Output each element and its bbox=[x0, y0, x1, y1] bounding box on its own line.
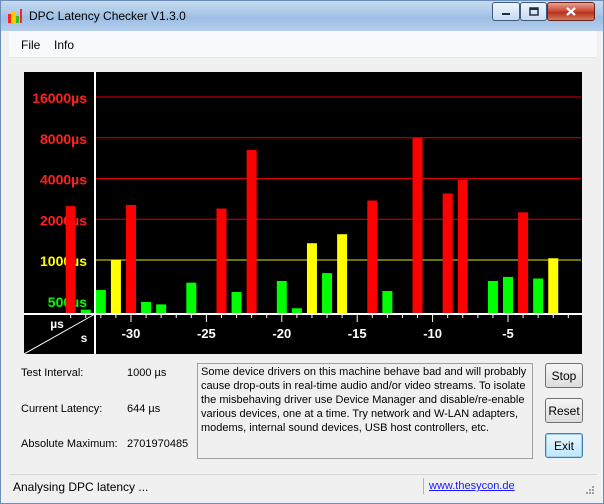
close-button[interactable] bbox=[547, 2, 595, 21]
latency-bar bbox=[337, 234, 348, 314]
menu-info[interactable]: Info bbox=[54, 38, 74, 52]
latency-bar bbox=[231, 292, 242, 314]
absolute-max-label: Absolute Maximum: bbox=[21, 438, 118, 450]
status-separator bbox=[423, 478, 424, 494]
menu-file[interactable]: File bbox=[21, 38, 40, 52]
y-tick-label: 4000µs bbox=[40, 172, 87, 188]
latency-bar bbox=[186, 282, 197, 314]
latency-bar bbox=[216, 208, 227, 314]
latency-bar bbox=[246, 149, 257, 314]
corner-label-us: µs bbox=[50, 317, 64, 331]
latency-bar bbox=[306, 243, 317, 314]
latency-chart-svg: 16000µs8000µs4000µs2000µs1000µs500µsµss-… bbox=[24, 72, 582, 354]
latency-bar bbox=[442, 193, 453, 314]
absolute-max-value: 2701970485 bbox=[127, 438, 189, 450]
latency-bar bbox=[503, 276, 513, 314]
description-text: Some device drivers on this machine beha… bbox=[197, 363, 533, 459]
x-tick-label: -30 bbox=[122, 326, 141, 341]
status-bar: Analysing DPC latency ... www.thesycon.d… bbox=[9, 474, 597, 497]
current-latency-value: 644 µs bbox=[127, 403, 161, 415]
latency-bar bbox=[110, 260, 121, 314]
latency-bar bbox=[518, 212, 529, 314]
test-interval-value: 1000 µs bbox=[127, 367, 167, 379]
x-tick-label: -10 bbox=[423, 326, 442, 341]
y-tick-label: 8000µs bbox=[40, 131, 87, 147]
latency-bar bbox=[95, 290, 106, 314]
x-tick-label: -25 bbox=[197, 326, 216, 341]
y-tick-label: 16000µs bbox=[32, 90, 87, 106]
current-latency-label: Current Latency: bbox=[21, 403, 103, 415]
resize-grip-icon[interactable] bbox=[585, 485, 595, 495]
bar-chart-icon bbox=[8, 9, 22, 23]
maximize-icon bbox=[528, 7, 539, 16]
latency-bar bbox=[322, 273, 333, 314]
title-bar[interactable]: DPC Latency Checker V1.3.0 bbox=[1, 1, 603, 31]
latency-bar bbox=[457, 179, 468, 314]
latency-bar bbox=[141, 301, 152, 314]
corner-label-s: s bbox=[81, 331, 88, 345]
latency-bar bbox=[412, 137, 423, 314]
minimize-button[interactable] bbox=[492, 2, 520, 21]
app-window: DPC Latency Checker V1.3.0 File Info 160… bbox=[0, 0, 604, 504]
latency-bar bbox=[548, 258, 559, 314]
latency-bar bbox=[487, 280, 498, 314]
exit-button[interactable]: Exit bbox=[545, 433, 583, 458]
latency-chart: 16000µs8000µs4000µs2000µs1000µs500µsµss-… bbox=[24, 72, 582, 354]
latency-bar bbox=[367, 200, 378, 314]
y-tick-label: 2000µs bbox=[40, 212, 87, 228]
latency-bar bbox=[156, 304, 167, 314]
latency-bar bbox=[382, 291, 393, 314]
x-tick-label: -20 bbox=[272, 326, 291, 341]
website-link[interactable]: www.thesycon.de bbox=[429, 480, 515, 492]
reset-button[interactable]: Reset bbox=[545, 398, 583, 423]
x-tick-label: -5 bbox=[502, 326, 514, 341]
minimize-icon bbox=[502, 12, 510, 15]
close-icon bbox=[566, 7, 576, 16]
latency-bar bbox=[126, 204, 136, 314]
latency-bar bbox=[276, 280, 287, 314]
window-title: DPC Latency Checker V1.3.0 bbox=[29, 9, 186, 23]
y-tick-label: 1000µs bbox=[40, 253, 87, 269]
menu-bar: File Info bbox=[9, 31, 597, 58]
test-interval-label: Test Interval: bbox=[21, 367, 84, 379]
maximize-button[interactable] bbox=[520, 2, 547, 21]
latency-bar bbox=[65, 206, 76, 314]
status-text: Analysing DPC latency ... bbox=[13, 480, 149, 494]
x-tick-label: -15 bbox=[348, 326, 367, 341]
stop-button[interactable]: Stop bbox=[545, 363, 583, 388]
latency-bar bbox=[533, 278, 544, 314]
